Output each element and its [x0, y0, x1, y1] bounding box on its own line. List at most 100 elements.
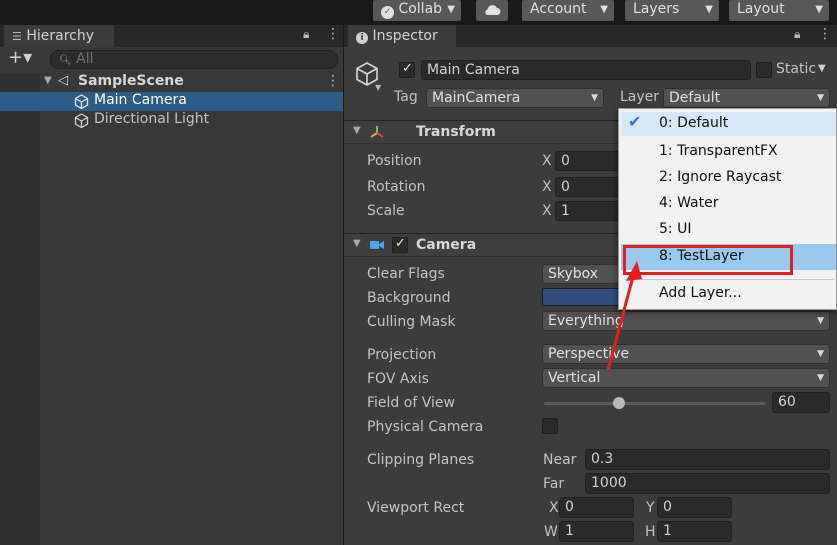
inspector-tabbar: i Inspector 🔒︎ ⋮ — [344, 25, 837, 47]
tab-inspector[interactable]: i Inspector — [348, 25, 456, 47]
fov-slider-thumb[interactable] — [613, 397, 626, 409]
info-icon: i — [356, 32, 368, 44]
account-button[interactable]: Account ▼ — [522, 0, 614, 21]
chevron-down-icon[interactable]: ▼ — [375, 83, 381, 92]
cloud-icon — [485, 5, 501, 15]
viewport-y-label: Y — [646, 500, 655, 516]
scene-row[interactable]: ▼ ◁ SampleScene ⋮ — [0, 73, 343, 92]
gameobject-cube-icon — [74, 94, 89, 109]
culling-mask-label: Culling Mask — [367, 314, 456, 330]
viewport-h-field[interactable]: 1 — [657, 521, 732, 542]
menu-item-label: 0: Default — [659, 115, 729, 131]
viewport-w-label: W — [544, 524, 558, 540]
more-icon[interactable]: ⋮ — [818, 26, 832, 42]
object-name-field[interactable]: Main Camera — [421, 60, 751, 80]
hierarchy-item-main-camera[interactable]: Main Camera — [0, 92, 343, 111]
chevron-down-icon: ▼ — [817, 316, 824, 326]
layer-label: Layer — [620, 89, 660, 105]
scale-x-label: X — [542, 203, 552, 219]
hierarchy-search-input[interactable]: 🔍︎ All — [50, 50, 338, 69]
camera-enabled-checkbox[interactable]: ✓ — [392, 236, 408, 253]
menu-item-ui[interactable]: 5: UI — [621, 218, 836, 242]
check-circle-icon: ✓ — [381, 6, 394, 19]
menu-divider — [625, 279, 834, 280]
chevron-down-icon[interactable]: ▼ — [818, 63, 826, 74]
scale-x-field[interactable]: 1 — [555, 201, 623, 221]
physical-camera-checkbox[interactable] — [542, 418, 558, 434]
culling-mask-dropdown[interactable]: Everything ▼ — [542, 311, 830, 331]
clear-flags-label: Clear Flags — [367, 266, 445, 282]
inspector-tab-label: Inspector — [372, 28, 438, 44]
position-x-field[interactable]: 0 — [555, 151, 623, 171]
more-icon[interactable]: ⋮ — [326, 73, 340, 89]
camera-icon — [370, 241, 384, 249]
hierarchy-item-label: Directional Light — [94, 111, 210, 127]
rotation-label: Rotation — [367, 179, 426, 195]
menu-item-label: 2: Ignore Raycast — [659, 169, 782, 185]
lock-icon[interactable]: 🔒︎ — [303, 27, 309, 42]
projection-dropdown[interactable]: Perspective ▼ — [542, 344, 830, 364]
menu-item-label: 5: UI — [659, 221, 692, 237]
tag-dropdown[interactable]: MainCamera ▼ — [426, 88, 604, 108]
hierarchy-item-label: Main Camera — [94, 92, 187, 108]
fov-value-field[interactable]: 60 — [772, 392, 830, 413]
near-field[interactable]: 0.3 — [585, 449, 830, 470]
search-placeholder: All — [76, 51, 94, 67]
viewport-x-field[interactable]: 0 — [559, 497, 634, 518]
check-icon: ✓ — [395, 236, 406, 251]
cloud-button[interactable] — [476, 0, 508, 21]
fov-slider-track[interactable] — [544, 397, 766, 409]
menu-item-default[interactable]: ✔ 0: Default — [621, 112, 836, 136]
layout-label: Layout — [737, 1, 785, 17]
viewport-x-label: X — [549, 500, 559, 516]
chevron-down-icon: ▼ — [705, 4, 713, 15]
layers-button[interactable]: Layers ▼ — [625, 0, 719, 21]
rotation-x-field[interactable]: 0 — [555, 177, 623, 197]
position-label: Position — [367, 153, 422, 169]
fov-label: Field of View — [367, 395, 455, 411]
menu-item-label: 4: Water — [659, 195, 719, 211]
more-icon[interactable]: ⋮ — [326, 26, 340, 42]
physical-camera-label: Physical Camera — [367, 419, 484, 435]
menu-item-transparentfx[interactable]: 1: TransparentFX — [621, 140, 836, 164]
viewport-rect-label: Viewport Rect — [367, 500, 465, 516]
hierarchy-item-directional-light[interactable]: Directional Light — [0, 111, 343, 130]
far-field[interactable]: 1000 — [585, 473, 830, 494]
static-checkbox[interactable] — [756, 62, 772, 78]
menu-item-water[interactable]: 4: Water — [621, 192, 836, 216]
expand-arrow-icon: ▼ — [353, 238, 361, 249]
tab-hierarchy[interactable]: ☰ Hierarchy — [4, 25, 114, 47]
menu-item-add-layer[interactable]: Add Layer... — [621, 282, 836, 306]
position-x-label: X — [542, 153, 552, 169]
menu-item-ignore-raycast[interactable]: 2: Ignore Raycast — [621, 166, 836, 190]
layer-dropdown[interactable]: Default ▼ — [663, 88, 830, 108]
collab-button[interactable]: ✓ Collab ▼ — [373, 0, 461, 21]
chevron-down-icon: ▼ — [817, 373, 824, 383]
unity-scene-icon: ◁ — [58, 73, 68, 88]
viewport-w-field[interactable]: 1 — [559, 521, 634, 542]
layout-button[interactable]: Layout ▼ — [729, 0, 829, 21]
scale-label: Scale — [367, 203, 405, 219]
chevron-down-icon: ▼ — [447, 4, 455, 15]
fov-axis-dropdown[interactable]: Vertical ▼ — [542, 368, 830, 388]
hierarchy-tabbar: ☰ Hierarchy 🔒︎ ⋮ — [0, 25, 343, 47]
menu-item-label: Add Layer... — [659, 285, 742, 301]
lock-icon[interactable]: 🔒︎ — [794, 27, 800, 42]
transform-axis-icon — [370, 126, 384, 138]
menu-item-label: 1: TransparentFX — [659, 143, 778, 159]
static-label: Static — [776, 61, 817, 77]
viewport-y-field[interactable]: 0 — [657, 497, 732, 518]
rotation-x-label: X — [542, 179, 552, 195]
scene-name: SampleScene — [78, 73, 184, 89]
chevron-down-icon: ▼ — [815, 4, 823, 15]
viewport-h-label: H — [645, 524, 656, 540]
add-icon[interactable]: +▾ — [8, 47, 32, 68]
hierarchy-gutter — [0, 73, 40, 545]
transform-title: Transform — [416, 124, 496, 140]
layers-label: Layers — [633, 1, 680, 17]
active-checkbox[interactable]: ✓ — [399, 61, 415, 78]
hierarchy-tab-label: Hierarchy — [26, 28, 94, 44]
annotation-arrow — [606, 261, 642, 371]
chevron-down-icon: ▼ — [591, 93, 598, 103]
expand-arrow-icon: ▼ — [353, 125, 361, 136]
